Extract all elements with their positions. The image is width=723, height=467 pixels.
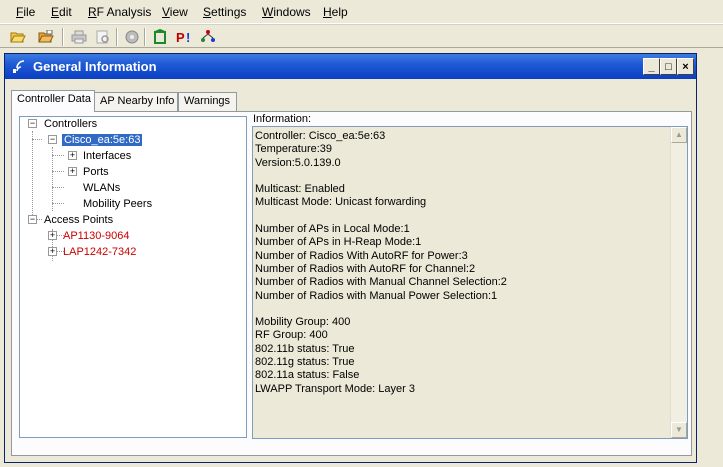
tree-connector bbox=[52, 155, 64, 156]
menu-view[interactable]: View bbox=[162, 5, 188, 19]
menu-view-mnemonic: V bbox=[162, 5, 170, 19]
scroll-down-arrow-icon[interactable]: ▼ bbox=[671, 422, 687, 438]
tree-node-controllers[interactable]: Controllers bbox=[44, 117, 97, 131]
menu-settings-mnemonic: S bbox=[203, 5, 212, 19]
menu-rf-label: F Analysis bbox=[96, 5, 152, 19]
close-button[interactable]: × bbox=[677, 58, 694, 75]
open-file-icon[interactable] bbox=[37, 28, 55, 46]
controller-tree[interactable]: − Controllers − Cisco_ea:5e:63 + Interfa… bbox=[19, 116, 247, 438]
tree-connector bbox=[32, 131, 33, 223]
menu-edit-label: dit bbox=[59, 5, 72, 19]
general-information-window: General Information _ □ × Controller Dat… bbox=[4, 53, 697, 463]
network-icon[interactable] bbox=[199, 28, 217, 46]
menu-file-label: ile bbox=[23, 5, 36, 19]
expand-controllers-toggle[interactable]: − bbox=[28, 119, 37, 128]
print-icon[interactable] bbox=[70, 28, 88, 46]
tree-connector bbox=[52, 187, 64, 188]
toolbar-separator bbox=[62, 28, 64, 46]
tree-connector bbox=[52, 171, 64, 172]
toolbar: P! bbox=[0, 24, 723, 48]
menu-edit[interactable]: Edit bbox=[51, 5, 72, 19]
information-textbox[interactable]: Controller: Cisco_ea:5e:63 Temperature:3… bbox=[252, 126, 688, 439]
menu-help-mnemonic: H bbox=[323, 5, 332, 19]
close-icon: × bbox=[682, 60, 689, 73]
minimize-icon: _ bbox=[648, 60, 655, 73]
menu-settings[interactable]: Settings bbox=[203, 5, 246, 19]
tree-connector bbox=[52, 203, 64, 204]
menu-rf-mnemonic: R bbox=[88, 5, 97, 19]
expand-interfaces-toggle[interactable]: + bbox=[68, 151, 77, 160]
expand-ap1-toggle[interactable]: + bbox=[48, 231, 57, 240]
vertical-scrollbar[interactable]: ▲ ▼ bbox=[670, 127, 687, 438]
menu-bar: File Edit RF Analysis View Settings Wind… bbox=[0, 0, 723, 24]
tab-controller-data[interactable]: Controller Data bbox=[11, 90, 95, 112]
minimize-button[interactable]: _ bbox=[643, 58, 660, 75]
window-title-bar[interactable]: General Information _ □ × bbox=[5, 54, 696, 79]
refresh-icon[interactable] bbox=[123, 28, 141, 46]
expand-ports-toggle[interactable]: + bbox=[68, 167, 77, 176]
svg-text:P: P bbox=[176, 30, 185, 45]
tab-panel: − Controllers − Cisco_ea:5e:63 + Interfa… bbox=[11, 111, 692, 456]
expand-access-points-toggle[interactable]: − bbox=[28, 215, 37, 224]
expand-controller-toggle[interactable]: − bbox=[48, 135, 57, 144]
tree-node-ap-ap1130[interactable]: AP1130-9064 bbox=[63, 229, 129, 243]
open-folder-icon[interactable] bbox=[9, 28, 27, 46]
tree-node-ap-lap1242[interactable]: LAP1242-7342 bbox=[63, 245, 136, 259]
selected-controller-label: Cisco_ea:5e:63 bbox=[62, 134, 143, 146]
menu-windows[interactable]: Windows bbox=[262, 5, 311, 19]
p-alert-icon[interactable]: P! bbox=[175, 28, 193, 46]
tree-node-access-points[interactable]: Access Points bbox=[44, 213, 113, 227]
tree-connector bbox=[32, 139, 42, 140]
menu-view-label: iew bbox=[169, 5, 188, 19]
tree-node-interfaces[interactable]: Interfaces bbox=[83, 149, 131, 163]
tree-connector bbox=[52, 147, 53, 211]
menu-help[interactable]: Help bbox=[323, 5, 348, 19]
toolbar-separator bbox=[116, 28, 118, 46]
ap-icon[interactable] bbox=[151, 28, 169, 46]
menu-windows-mnemonic: W bbox=[262, 5, 274, 19]
print-preview-icon[interactable] bbox=[94, 28, 112, 46]
scroll-up-arrow-icon[interactable]: ▲ bbox=[671, 127, 687, 143]
menu-settings-label: ettings bbox=[211, 5, 247, 19]
information-text: Controller: Cisco_ea:5e:63 Temperature:3… bbox=[255, 130, 507, 395]
maximize-button[interactable]: □ bbox=[660, 58, 677, 75]
tree-node-mobility-peers[interactable]: Mobility Peers bbox=[83, 197, 152, 211]
window-title: General Information bbox=[33, 59, 157, 74]
menu-help-label: elp bbox=[331, 5, 348, 19]
menu-file[interactable]: File bbox=[16, 5, 35, 19]
tree-node-wlans[interactable]: WLANs bbox=[83, 181, 120, 195]
menu-windows-label: indows bbox=[273, 5, 311, 19]
menu-rf-analysis[interactable]: RF Analysis bbox=[88, 5, 151, 19]
wireless-icon bbox=[11, 59, 27, 75]
maximize-icon: □ bbox=[665, 60, 672, 73]
expand-ap2-toggle[interactable]: + bbox=[48, 247, 57, 256]
toolbar-separator bbox=[144, 28, 146, 46]
tree-node-controller[interactable]: Cisco_ea:5e:63 bbox=[62, 133, 143, 147]
svg-text:!: ! bbox=[186, 30, 190, 45]
menu-edit-mnemonic: E bbox=[51, 5, 60, 19]
information-label: Information: bbox=[253, 113, 312, 125]
tree-node-ports[interactable]: Ports bbox=[83, 165, 109, 179]
tab-ap-nearby-info[interactable]: AP Nearby Info bbox=[94, 92, 178, 111]
tab-warnings[interactable]: Warnings bbox=[178, 92, 237, 111]
